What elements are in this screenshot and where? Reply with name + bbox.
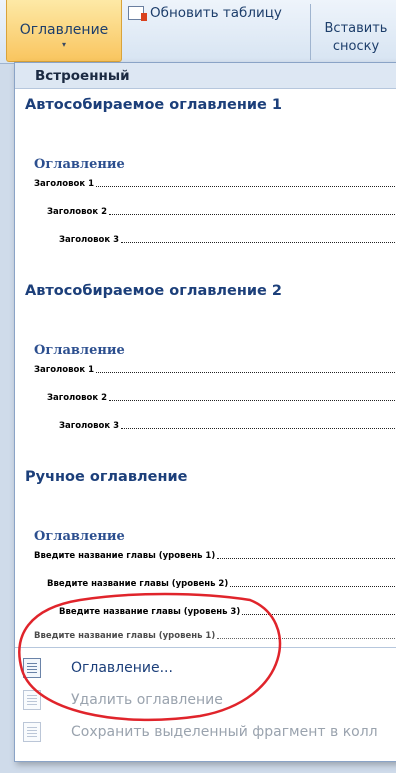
ribbon-references: Оглавление ▾ Обновить таблицу Вставить с…: [0, 0, 396, 64]
gallery-item-manual-toc[interactable]: Оглавление Введите название главы (урове…: [15, 529, 396, 641]
toc-settings-command[interactable]: Оглавление...: [15, 653, 396, 683]
preview-entry: Заголовок 2: [47, 205, 396, 217]
preview-entry: Введите название главы (уровень 2): [47, 577, 396, 589]
save-selection-icon: [23, 722, 41, 742]
gallery-item-auto-toc-1[interactable]: Оглавление Заголовок 1 Заголовок 2 Загол…: [15, 157, 396, 277]
preview-entry: Заголовок 1: [34, 177, 396, 189]
insert-footnote-label-line2: сноску: [332, 39, 380, 54]
preview-entry: Введите название главы (уровень 1): [34, 629, 396, 641]
delete-toc-command[interactable]: Удалить оглавление: [15, 685, 396, 715]
gallery-title-manual: Ручное оглавление: [25, 469, 188, 485]
toc-document-icon: [23, 658, 41, 678]
delete-toc-icon: [23, 690, 41, 710]
update-table-icon: [128, 6, 147, 21]
update-table-label: Обновить таблицу: [150, 5, 282, 21]
delete-toc-label: Удалить оглавление: [71, 692, 223, 708]
gallery-item-auto-toc-2[interactable]: Оглавление Заголовок 1 Заголовок 2 Загол…: [15, 343, 396, 463]
preview-entry: Заголовок 2: [47, 391, 396, 403]
insert-footnote-label-line1: Вставить: [324, 21, 388, 36]
insert-footnote-button[interactable]: Вставить сноску: [316, 20, 396, 56]
preview-heading: Оглавление: [34, 343, 125, 358]
section-header-builtin: Встроенный: [15, 63, 396, 89]
preview-entry: Введите название главы (уровень 3): [59, 605, 396, 617]
save-selection-command[interactable]: Сохранить выделенный фрагмент в колл: [15, 717, 396, 747]
preview-heading: Оглавление: [34, 529, 125, 544]
toc-ribbon-button[interactable]: Оглавление ▾: [6, 0, 122, 62]
toc-dropdown-menu: Встроенный Автособираемое оглавление 1 О…: [14, 62, 396, 762]
chevron-down-icon: ▾: [61, 40, 66, 49]
preview-entry: Введите название главы (уровень 1): [34, 549, 396, 561]
commands-divider: [15, 647, 396, 648]
preview-heading: Оглавление: [34, 157, 125, 172]
update-table-button[interactable]: Обновить таблицу: [124, 0, 304, 26]
toc-settings-label: Оглавление...: [71, 660, 173, 676]
preview-entry: Заголовок 3: [59, 233, 396, 245]
save-selection-label: Сохранить выделенный фрагмент в колл: [71, 724, 378, 740]
ribbon-divider: [310, 4, 311, 60]
gallery-title-auto-2: Автособираемое оглавление 2: [25, 283, 283, 299]
toc-ribbon-label: Оглавление: [19, 22, 109, 38]
gallery-title-auto-1: Автособираемое оглавление 1: [25, 97, 283, 113]
preview-entry: Заголовок 3: [59, 419, 396, 431]
preview-entry: Заголовок 1: [34, 363, 396, 375]
